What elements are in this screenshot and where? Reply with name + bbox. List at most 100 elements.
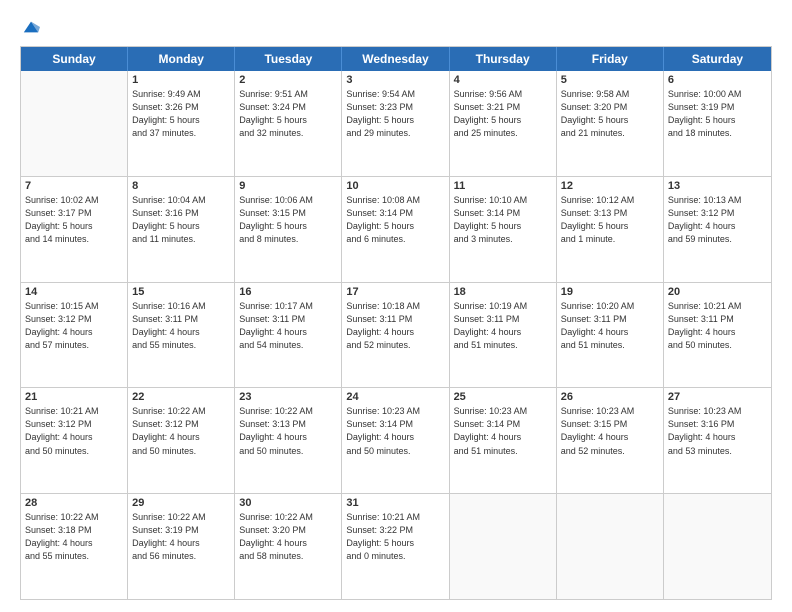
day-cell-3: 3Sunrise: 9:54 AM Sunset: 3:23 PM Daylig… (342, 71, 449, 176)
day-info: Sunrise: 9:49 AM Sunset: 3:26 PM Dayligh… (132, 88, 230, 140)
week-row-4: 21 Sunrise: 10:21 AM Sunset: 3:12 PM Dayl… (21, 388, 771, 494)
week-row-5: 28Sunrise: 10:22 AM Sunset: 3:18 PM Dayl… (21, 494, 771, 599)
day-info: Sunrise: 10:04 AM Sunset: 3:16 PM Daylig… (132, 194, 230, 246)
day-number: 1 (132, 74, 230, 86)
day-info: Sunrise: 10:16 AM Sunset: 3:11 PM Daylig… (132, 300, 230, 352)
day-info: Sunrise: 10:06 AM Sunset: 3:15 PM Daylig… (239, 194, 337, 246)
day-number: 28 (25, 497, 123, 509)
day-number: 23 (239, 391, 337, 403)
day-info: Sunrise: 10:22 AM Sunset: 3:13 PM Daylig… (239, 405, 337, 457)
day-cell-30: 30 Sunrise: 10:22 AM Sunset: 3:20 PM Dayl… (235, 494, 342, 599)
day-info: Sunrise: 10:08 AM Sunset: 3:14 PM Daylig… (346, 194, 444, 246)
day-info: Sunrise: 10:22 AM Sunset: 3:20 PM Daylig… (239, 511, 337, 563)
day-info: Sunrise: 10:13 AM Sunset: 3:12 PM Daylig… (668, 194, 767, 246)
day-info: Sunrise: 10:18 AM Sunset: 3:11 PM Daylig… (346, 300, 444, 352)
day-number: 7 (25, 180, 123, 192)
day-number: 26 (561, 391, 659, 403)
day-info: Sunrise: 9:58 AM Sunset: 3:20 PM Dayligh… (561, 88, 659, 140)
day-info: Sunrise: 10:20 AM Sunset: 3:11 PM Daylig… (561, 300, 659, 352)
day-number: 18 (454, 286, 552, 298)
day-number: 4 (454, 74, 552, 86)
day-number: 14 (25, 286, 123, 298)
day-cell-14: 14 Sunrise: 10:15 AM Sunset: 3:12 PM Dayl… (21, 283, 128, 388)
week-row-1: 1 Sunrise: 9:49 AM Sunset: 3:26 PM Daylig… (21, 71, 771, 177)
calendar-header: SundayMondayTuesdayWednesdayThursdayFrid… (21, 47, 771, 71)
day-number: 20 (668, 286, 767, 298)
day-cell-24: 24Sunrise: 10:23 AM Sunset: 3:14 PM Dayl… (342, 388, 449, 493)
day-info: Sunrise: 10:23 AM Sunset: 3:14 PM Daylig… (454, 405, 552, 457)
day-cell-1: 1 Sunrise: 9:49 AM Sunset: 3:26 PM Daylig… (128, 71, 235, 176)
day-number: 22 (132, 391, 230, 403)
day-info: Sunrise: 10:19 AM Sunset: 3:11 PM Daylig… (454, 300, 552, 352)
logo (20, 18, 40, 36)
day-cell-8: 8 Sunrise: 10:04 AM Sunset: 3:16 PM Dayli… (128, 177, 235, 282)
weekday-header-wednesday: Wednesday (342, 47, 449, 71)
day-info: Sunrise: 10:22 AM Sunset: 3:12 PM Daylig… (132, 405, 230, 457)
day-number: 5 (561, 74, 659, 86)
day-cell-empty-4-6 (664, 494, 771, 599)
day-cell-26: 26 Sunrise: 10:23 AM Sunset: 3:15 PM Dayl… (557, 388, 664, 493)
week-row-3: 14 Sunrise: 10:15 AM Sunset: 3:12 PM Dayl… (21, 283, 771, 389)
day-info: Sunrise: 10:21 AM Sunset: 3:11 PM Daylig… (668, 300, 767, 352)
day-cell-31: 31 Sunrise: 10:21 AM Sunset: 3:22 PM Dayl… (342, 494, 449, 599)
day-info: Sunrise: 9:56 AM Sunset: 3:21 PM Dayligh… (454, 88, 552, 140)
day-number: 13 (668, 180, 767, 192)
week-row-2: 7 Sunrise: 10:02 AM Sunset: 3:17 PM Dayli… (21, 177, 771, 283)
day-info: Sunrise: 10:21 AM Sunset: 3:22 PM Daylig… (346, 511, 444, 563)
day-number: 2 (239, 74, 337, 86)
day-cell-empty-4-5 (557, 494, 664, 599)
day-info: Sunrise: 10:15 AM Sunset: 3:12 PM Daylig… (25, 300, 123, 352)
day-number: 27 (668, 391, 767, 403)
day-cell-9: 9 Sunrise: 10:06 AM Sunset: 3:15 PM Dayli… (235, 177, 342, 282)
weekday-header-sunday: Sunday (21, 47, 128, 71)
day-number: 6 (668, 74, 767, 86)
calendar-body: 1 Sunrise: 9:49 AM Sunset: 3:26 PM Daylig… (21, 71, 771, 599)
day-cell-12: 12 Sunrise: 10:12 AM Sunset: 3:13 PM Dayl… (557, 177, 664, 282)
day-cell-11: 11 Sunrise: 10:10 AM Sunset: 3:14 PM Dayl… (450, 177, 557, 282)
day-cell-2: 2 Sunrise: 9:51 AM Sunset: 3:24 PM Daylig… (235, 71, 342, 176)
day-number: 30 (239, 497, 337, 509)
day-number: 15 (132, 286, 230, 298)
day-number: 10 (346, 180, 444, 192)
day-cell-empty-0-0 (21, 71, 128, 176)
day-info: Sunrise: 10:21 AM Sunset: 3:12 PM Daylig… (25, 405, 123, 457)
day-info: Sunrise: 10:02 AM Sunset: 3:17 PM Daylig… (25, 194, 123, 246)
day-number: 29 (132, 497, 230, 509)
day-info: Sunrise: 10:23 AM Sunset: 3:14 PM Daylig… (346, 405, 444, 457)
day-info: Sunrise: 9:51 AM Sunset: 3:24 PM Dayligh… (239, 88, 337, 140)
day-cell-29: 29 Sunrise: 10:22 AM Sunset: 3:19 PM Dayl… (128, 494, 235, 599)
day-cell-13: 13 Sunrise: 10:13 AM Sunset: 3:12 PM Dayl… (664, 177, 771, 282)
day-number: 16 (239, 286, 337, 298)
weekday-header-monday: Monday (128, 47, 235, 71)
logo-icon (22, 18, 40, 36)
day-info: Sunrise: 10:10 AM Sunset: 3:14 PM Daylig… (454, 194, 552, 246)
day-info: Sunrise: 10:17 AM Sunset: 3:11 PM Daylig… (239, 300, 337, 352)
day-cell-7: 7 Sunrise: 10:02 AM Sunset: 3:17 PM Dayli… (21, 177, 128, 282)
day-cell-6: 6 Sunrise: 10:00 AM Sunset: 3:19 PM Dayli… (664, 71, 771, 176)
day-info: Sunrise: 9:54 AM Sunset: 3:23 PM Dayligh… (346, 88, 444, 140)
day-number: 8 (132, 180, 230, 192)
day-cell-10: 10 Sunrise: 10:08 AM Sunset: 3:14 PM Dayl… (342, 177, 449, 282)
day-info: Sunrise: 10:23 AM Sunset: 3:15 PM Daylig… (561, 405, 659, 457)
day-number: 17 (346, 286, 444, 298)
day-number: 31 (346, 497, 444, 509)
day-info: Sunrise: 10:12 AM Sunset: 3:13 PM Daylig… (561, 194, 659, 246)
day-cell-15: 15 Sunrise: 10:16 AM Sunset: 3:11 PM Dayl… (128, 283, 235, 388)
day-cell-19: 19 Sunrise: 10:20 AM Sunset: 3:11 PM Dayl… (557, 283, 664, 388)
day-cell-23: 23 Sunrise: 10:22 AM Sunset: 3:13 PM Dayl… (235, 388, 342, 493)
day-number: 12 (561, 180, 659, 192)
day-cell-17: 17 Sunrise: 10:18 AM Sunset: 3:11 PM Dayl… (342, 283, 449, 388)
day-info: Sunrise: 10:22 AM Sunset: 3:19 PM Daylig… (132, 511, 230, 563)
day-cell-16: 16 Sunrise: 10:17 AM Sunset: 3:11 PM Dayl… (235, 283, 342, 388)
weekday-header-friday: Friday (557, 47, 664, 71)
day-number: 21 (25, 391, 123, 403)
day-cell-28: 28Sunrise: 10:22 AM Sunset: 3:18 PM Dayl… (21, 494, 128, 599)
day-cell-20: 20 Sunrise: 10:21 AM Sunset: 3:11 PM Dayl… (664, 283, 771, 388)
day-cell-22: 22 Sunrise: 10:22 AM Sunset: 3:12 PM Dayl… (128, 388, 235, 493)
day-number: 19 (561, 286, 659, 298)
day-number: 9 (239, 180, 337, 192)
weekday-header-saturday: Saturday (664, 47, 771, 71)
weekday-header-thursday: Thursday (450, 47, 557, 71)
day-info: Sunrise: 10:00 AM Sunset: 3:19 PM Daylig… (668, 88, 767, 140)
day-number: 11 (454, 180, 552, 192)
